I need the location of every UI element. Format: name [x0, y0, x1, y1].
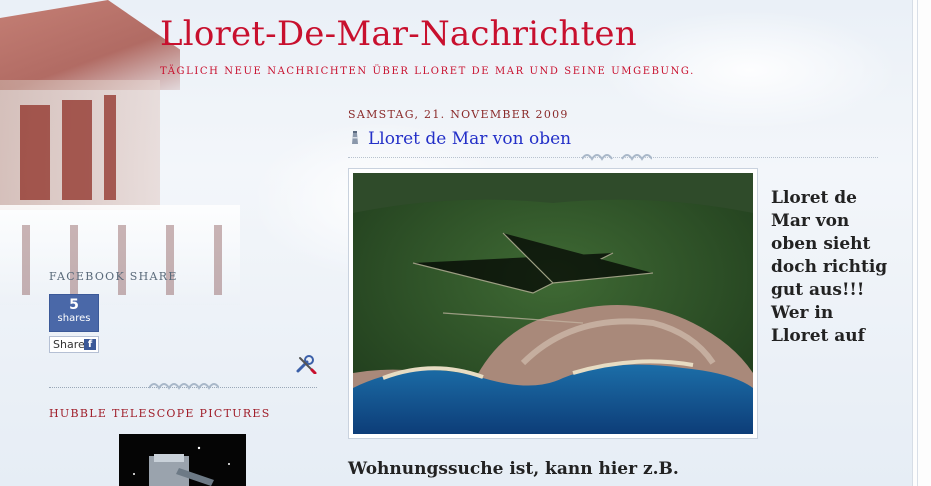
lighthouse-icon — [352, 131, 358, 144]
post-body-text: Wohnungssuche ist, kann hier z.B. — [348, 459, 679, 479]
post-title-text: Lloret de Mar von oben — [368, 129, 572, 149]
site-title[interactable]: Lloret-De-Mar-Nachrichten — [160, 14, 637, 54]
background-window — [62, 100, 92, 200]
post-date: SAMSTAG, 21. NOVEMBER 2009 — [348, 108, 569, 121]
post-side-text: Lloret de Mar von oben sieht doch richti… — [771, 188, 888, 346]
background-roof — [0, 0, 180, 90]
post-photo-frame — [348, 168, 758, 439]
hubble-telescope-image[interactable] — [119, 434, 246, 486]
share-count-label: shares — [57, 313, 91, 324]
hubble-pictures-heading: HUBBLE TELESCOPE PICTURES — [49, 407, 271, 420]
share-button-label: Share — [53, 338, 85, 351]
background-balcony-bar — [70, 225, 78, 295]
aerial-photo-lloret[interactable] — [353, 173, 753, 434]
divider-ornament — [149, 383, 219, 390]
facebook-share-heading: FACEBOOK SHARE — [49, 270, 178, 283]
background-window — [104, 95, 116, 200]
post-divider-ornament — [582, 154, 652, 161]
page-right-edge — [912, 0, 931, 486]
background-balcony-bar — [22, 225, 30, 295]
background-balcony-bar — [214, 225, 222, 295]
site-description: TÄGLICH NEUE NACHRICHTEN ÜBER LLORET DE … — [160, 66, 695, 77]
facebook-icon: f — [84, 339, 96, 350]
background-balcony-bar — [118, 225, 126, 295]
wrench-screwdriver-icon[interactable] — [295, 354, 317, 374]
post-title-link[interactable]: Lloret de Mar von oben — [348, 129, 571, 149]
background-balcony-bar — [166, 225, 174, 295]
sidebar: FACEBOOK SHARE 5 shares Share f HUBBLE T… — [49, 270, 317, 486]
share-count: 5 — [69, 297, 79, 313]
facebook-share-counter[interactable]: 5 shares — [49, 294, 99, 332]
facebook-share-button[interactable]: Share f — [49, 336, 99, 353]
background-window — [20, 105, 50, 200]
